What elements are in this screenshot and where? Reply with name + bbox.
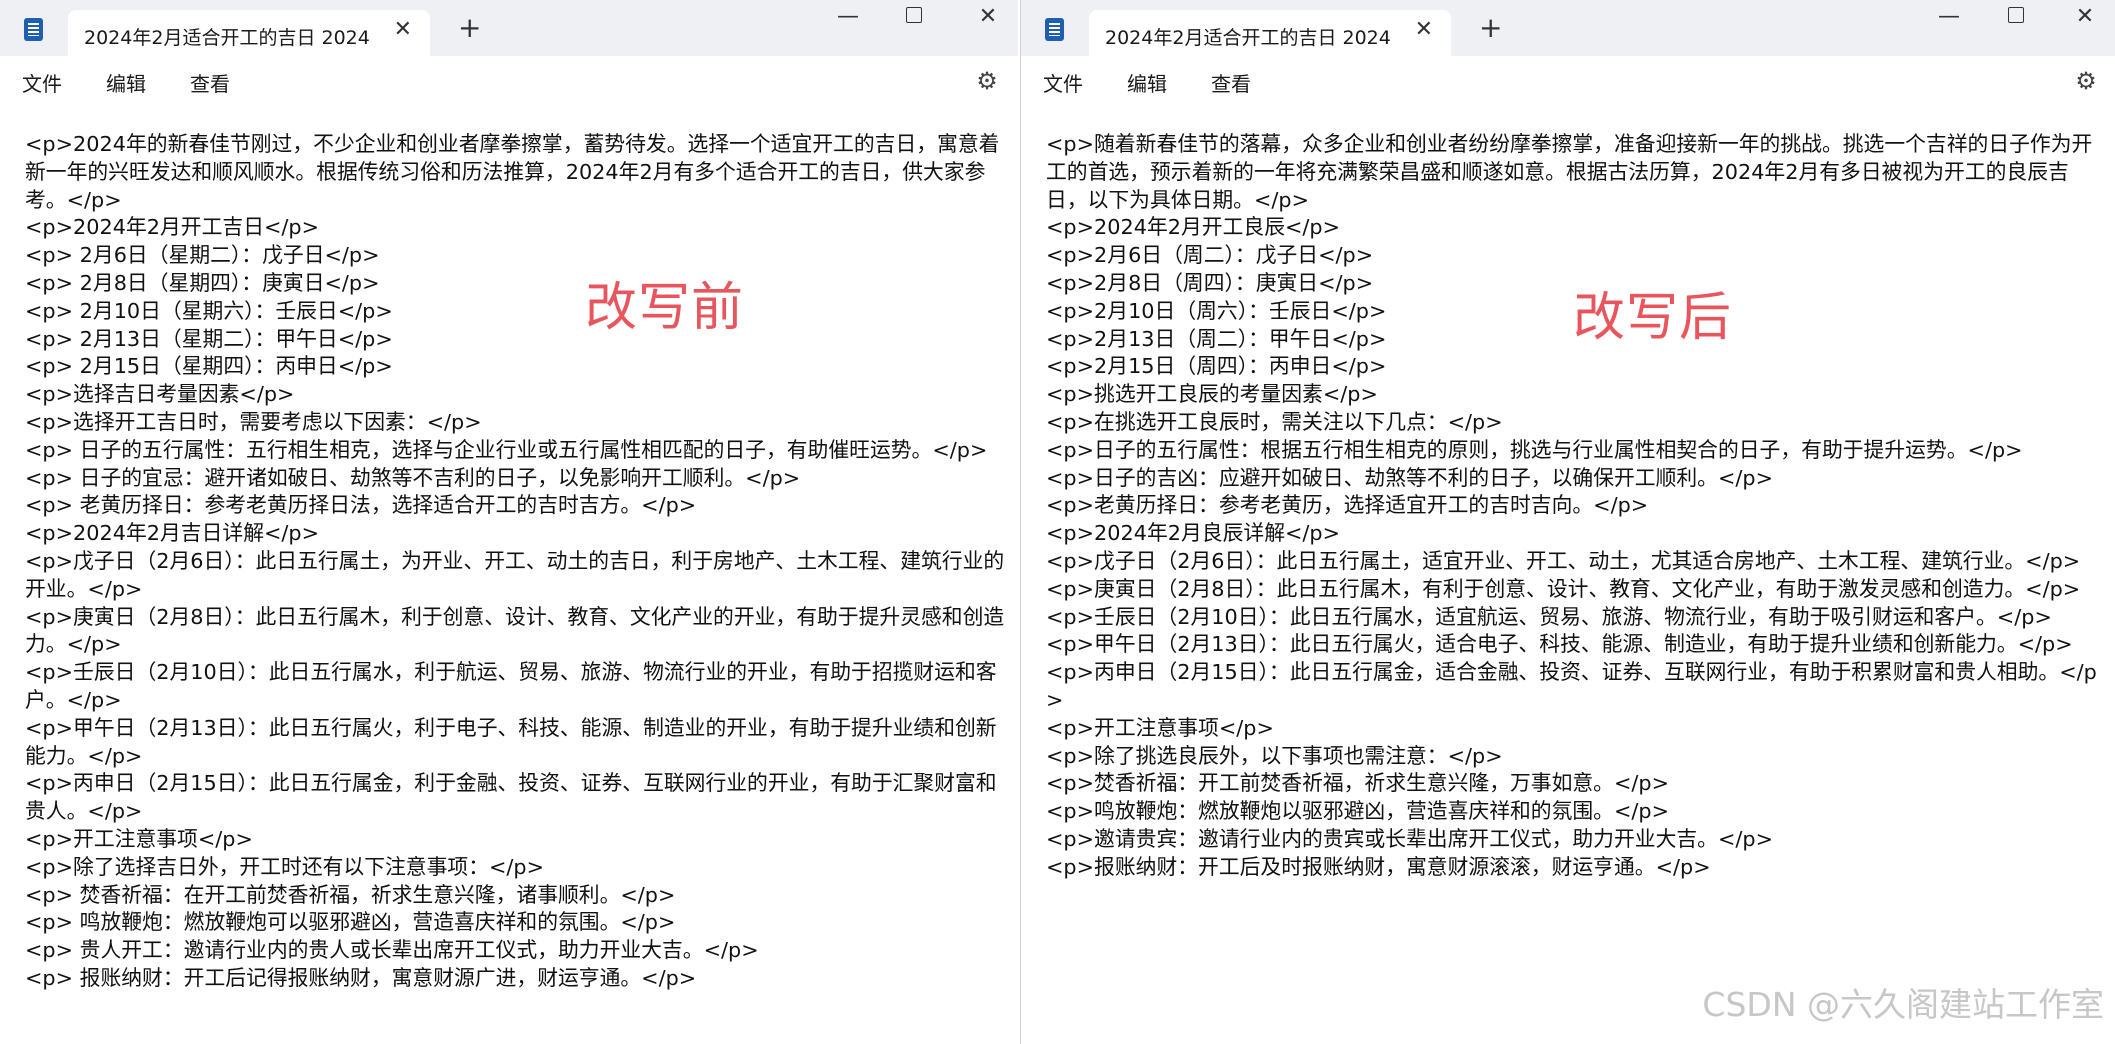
text-line: <p>随着新春佳节的落幕，众多企业和创业者纷纷摩拳擦掌，准备迎接新一年的挑战。挑… [1046,132,2093,212]
editor-content: <p>2024年的新春佳节刚过，不少企业和创业者摩拳擦掌，蓄势待发。选择一个适宜… [25,131,1008,993]
text-line: <p> 2月15日（星期四）：丙申日</p> [25,354,393,379]
text-line: <p>甲午日（2月13日）：此日五行属火，利于电子、科技、能源、制造业的开业，有… [25,715,997,768]
close-icon[interactable]: ✕ [958,2,1018,32]
text-line: <p>邀请贵宾：邀请行业内的贵宾或长辈出席开工仪式，助力开业大吉。</p> [1046,826,1774,851]
minimize-icon[interactable]: — [1919,2,1979,32]
close-icon[interactable]: ✕ [1415,19,1433,41]
text-line: <p>老黄历择日：参考老黄历，选择适宜开工的吉时吉向。</p> [1046,493,1649,518]
text-line: <p>壬辰日（2月10日）：此日五行属水，利于航运、贸易、旅游、物流行业的开业，… [25,660,997,712]
text-line: <p>开工注意事项</p> [1046,715,1274,740]
notepad-window-left: 2024年2月适合开工的吉日 2024年2 ✕ + — ✕ 文件 编辑 查看 ⚙… [0,0,1018,1044]
overlay-label-after: 改写后 [1573,288,1733,348]
text-line: <p>庚寅日（2月8日）：此日五行属木，有利于创意、设计、教育、文化产业，有助于… [1046,576,2081,601]
text-line: <p>2024年的新春佳节刚过，不少企业和创业者摩拳擦掌，蓄势待发。选择一个适宜… [25,132,1000,212]
maximize-icon[interactable] [1986,2,2046,32]
text-line: <p> 2月10日（星期六）：壬辰日</p> [25,298,393,323]
editor-content: <p>随着新春佳节的落幕，众多企业和创业者纷纷摩拳擦掌，准备迎接新一年的挑战。挑… [1046,131,2106,882]
close-icon[interactable]: ✕ [2055,2,2115,32]
notepad-window-right: 2024年2月适合开工的吉日 2024年2 ✕ + — ✕ 文件 编辑 查看 ⚙… [1020,0,2115,1044]
text-line: <p> 2月8日（星期四）：庚寅日</p> [25,270,380,295]
text-editor[interactable]: <p>随着新春佳节的落幕，众多企业和创业者纷纷摩拳擦掌，准备迎接新一年的挑战。挑… [1021,106,2115,1044]
text-line: <p>日子的五行属性：根据五行相生相克的原则，挑选与行业属性相契合的日子，有助于… [1046,437,2023,462]
text-line: <p> 鸣放鞭炮：燃放鞭炮可以驱邪避凶，营造喜庆祥和的氛围。</p> [25,910,676,935]
menu-bar: 文件 编辑 查看 ⚙ [1021,56,2115,106]
text-line: <p>鸣放鞭炮：燃放鞭炮以驱邪避凶，营造喜庆祥和的氛围。</p> [1046,799,1670,824]
text-line: <p>2024年2月开工良辰</p> [1046,215,1341,240]
text-line: <p>戊子日（2月6日）：此日五行属土，为开业、开工、动土的吉日，利于房地产、土… [25,548,1005,601]
menu-edit[interactable]: 编辑 [1127,68,1167,97]
menu-file[interactable]: 文件 [1043,68,1083,97]
text-line: <p>报账纳财：开工后及时报账纳财，寓意财源滚滚，财运亨通。</p> [1046,854,1711,879]
plus-icon[interactable]: + [458,14,481,42]
text-line: <p>除了挑选良辰外，以下事项也需注意：</p> [1046,743,1503,768]
text-line: <p> 日子的五行属性：五行相生相克，选择与企业行业或五行属性相匹配的日子，有助… [25,437,988,462]
text-line: <p> 报账纳财：开工后记得报账纳财，寓意财源广进，财运亨通。</p> [25,965,697,990]
tab-title: 2024年2月适合开工的吉日 2024年2 [84,27,370,49]
notepad-icon [1045,18,1064,41]
menu-view[interactable]: 查看 [190,68,230,97]
tab-document[interactable]: 2024年2月适合开工的吉日 2024年2 ✕ [1089,10,1451,56]
text-line: <p> 2月6日（星期二）：戊子日</p> [25,243,380,268]
menu-bar: 文件 编辑 查看 ⚙ [0,56,1018,106]
text-line: <p>除了选择吉日外，开工时还有以下注意事项：</p> [25,854,545,879]
gear-icon[interactable]: ⚙ [2073,68,2099,94]
text-line: <p> 焚香祈福：在开工前焚香祈福，祈求生意兴隆，诸事顺利。</p> [25,882,676,907]
text-line: <p>丙申日（2月15日）：此日五行属金，适合金融、投资、证券、互联网行业，有助… [1046,660,2097,712]
title-bar: 2024年2月适合开工的吉日 2024年2 ✕ + — ✕ [0,0,1018,56]
text-line: <p> 老黄历择日：参考老黄历择日法，选择适合开工的吉时吉方。</p> [25,493,697,518]
text-line: <p>选择吉日考量因素</p> [25,382,295,407]
text-line: <p>开工注意事项</p> [25,826,253,851]
text-line: <p>挑选开工良辰的考量因素</p> [1046,382,1378,407]
text-line: <p>2024年2月吉日详解</p> [25,521,320,546]
tab-document[interactable]: 2024年2月适合开工的吉日 2024年2 ✕ [68,10,430,56]
close-icon[interactable]: ✕ [394,19,412,41]
title-bar: 2024年2月适合开工的吉日 2024年2 ✕ + — ✕ [1021,0,2115,56]
text-line: <p>选择开工吉日时，需要考虑以下因素：</p> [25,409,482,434]
text-line: <p>戊子日（2月6日）：此日五行属土，适宜开业、开工、动土，尤其适合房地产、土… [1046,548,2081,573]
text-line: <p>甲午日（2月13日）：此日五行属火，适合电子、科技、能源、制造业，有助于提… [1046,632,2073,657]
overlay-label-before: 改写前 [585,278,745,338]
text-line: <p>2024年2月良辰详解</p> [1046,521,1341,546]
watermark: CSDN @六久阁建站工作室 [1702,985,2104,1024]
gear-icon[interactable]: ⚙ [974,68,1000,94]
text-line: <p>日子的吉凶：应避开如破日、劫煞等不利的日子，以确保开工顺利。</p> [1046,465,1774,490]
text-line: <p>壬辰日（2月10日）：此日五行属水，适宜航运、贸易、旅游、物流行业，有助于… [1046,604,2052,629]
text-line: <p> 日子的宜忌：避开诸如破日、劫煞等不吉利的日子，以免影响开工顺利。</p> [25,465,801,490]
text-editor[interactable]: <p>2024年的新春佳节刚过，不少企业和创业者摩拳擦掌，蓄势待发。选择一个适宜… [0,106,1018,1044]
text-line: <p> 贵人开工：邀请行业内的贵人或长辈出席开工仪式，助力开业大吉。</p> [25,938,759,963]
tab-title: 2024年2月适合开工的吉日 2024年2 [1105,27,1391,49]
text-line: <p>2月6日（周二）：戊子日</p> [1046,243,1374,268]
menu-file[interactable]: 文件 [22,68,62,97]
notepad-icon [24,18,43,41]
text-line: <p> 2月13日（星期二）：甲午日</p> [25,326,393,351]
menu-view[interactable]: 查看 [1211,68,1251,97]
text-line: <p>2月15日（周四）：丙申日</p> [1046,354,1387,379]
maximize-icon[interactable] [884,2,944,32]
menu-edit[interactable]: 编辑 [106,68,146,97]
plus-icon[interactable]: + [1479,14,1502,42]
text-line: <p>庚寅日（2月8日）：此日五行属木，利于创意、设计、教育、文化产业的开业，有… [25,604,1005,657]
minimize-icon[interactable]: — [818,2,878,32]
text-line: <p>丙申日（2月15日）：此日五行属金，利于金融、投资、证券、互联网行业的开业… [25,771,997,824]
text-line: <p>2024年2月开工吉日</p> [25,215,320,240]
text-line: <p>在挑选开工良辰时，需关注以下几点：</p> [1046,409,1503,434]
text-line: <p>焚香祈福：开工前焚香祈福，祈求生意兴隆，万事如意。</p> [1046,771,1670,796]
